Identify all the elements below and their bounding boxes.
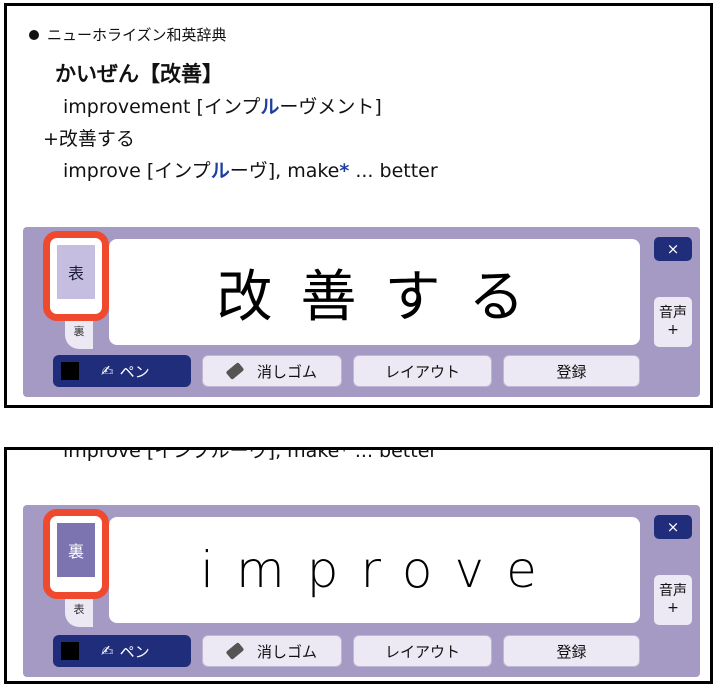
pen-button[interactable]: ✍ ペン (53, 355, 191, 387)
handwriting-area[interactable]: 改善する (109, 239, 640, 345)
entry-translation-partial: improve [インプルーヴ], make* ... better (63, 447, 438, 462)
headword: かいぜん【改善】 (55, 62, 223, 86)
entry-translation: improvement [インプルーヴメント] (63, 96, 382, 118)
pen-icon: ✍ (101, 642, 114, 660)
register-button[interactable]: 登録 (503, 635, 640, 667)
dictionary-screen-bottom: improve [インプルーヴ], make* ... better 表 imp… (4, 447, 713, 684)
dictionary-screen-top: ニューホライズン和英辞典 かいぜん【改善】 improvement [インプルー… (4, 3, 713, 408)
handwritten-text: 改善する (216, 264, 553, 330)
dictionary-title: ニューホライズン和英辞典 (29, 24, 227, 45)
handwriting-area[interactable]: improve (109, 517, 640, 623)
side-tab-ura[interactable]: 裏 (43, 509, 109, 599)
register-button[interactable]: 登録 (503, 355, 640, 387)
pen-button[interactable]: ✍ ペン (53, 635, 191, 667)
layout-button[interactable]: レイアウト (353, 355, 492, 387)
eraser-button[interactable]: 消しゴム (202, 635, 342, 667)
eraser-icon (225, 642, 245, 660)
voice-add-button[interactable]: 音声 + (654, 575, 692, 625)
layout-button[interactable]: レイアウト (353, 635, 492, 667)
entry-translation-2: improve [インプルーヴ], make* ... better (63, 160, 438, 182)
color-swatch-icon (61, 362, 79, 380)
eraser-icon (225, 362, 245, 380)
eraser-button[interactable]: 消しゴム (202, 355, 342, 387)
toolbar: ✍ ペン 消しゴム レイアウト 登録 (53, 635, 640, 667)
handwritten-text: improve (200, 541, 559, 599)
handwriting-panel: 表 improve 裏 × 音声 + ✍ ペン 消しゴム レイアウト 登録 (23, 505, 700, 677)
close-button[interactable]: × (654, 237, 692, 261)
handwriting-panel: 裏 改善する 表 × 音声 + ✍ ペン 消しゴム レイアウト 登録 (23, 227, 700, 397)
color-swatch-icon (61, 642, 79, 660)
entry-subheading: +改善する (43, 128, 135, 150)
close-button[interactable]: × (654, 515, 692, 539)
voice-add-button[interactable]: 音声 + (654, 297, 692, 347)
bullet-icon (29, 29, 39, 40)
side-tab-label: 裏 (57, 523, 95, 577)
toolbar: ✍ ペン 消しゴム レイアウト 登録 (53, 355, 640, 387)
pen-icon: ✍ (101, 362, 114, 380)
dictionary-name: ニューホライズン和英辞典 (47, 26, 227, 44)
side-tab-omote[interactable]: 表 (43, 231, 109, 321)
side-tab-label: 表 (57, 245, 95, 299)
